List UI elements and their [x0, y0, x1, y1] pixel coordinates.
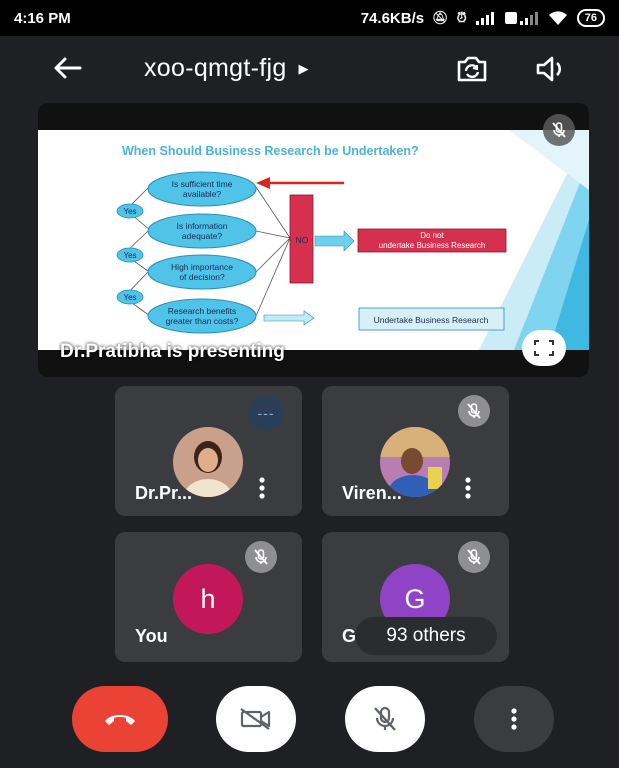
presenter-mic-status [543, 114, 575, 146]
yes-label-3: Yes [123, 293, 136, 302]
battery-indicator: 76 [576, 9, 605, 27]
participant-tile[interactable]: h You [115, 532, 302, 662]
mic-off-icon [254, 549, 268, 565]
yes-label-1: Yes [123, 207, 136, 216]
participant-menu-button[interactable] [458, 474, 478, 502]
participant-mic-status [458, 541, 490, 573]
no-label: NO [296, 235, 309, 245]
participant-name: You [135, 626, 168, 646]
mic-off-icon [467, 403, 481, 419]
more-options-button[interactable] [474, 686, 554, 752]
question-3: High importance [171, 262, 233, 272]
svg-text:Undertake Business Research: Undertake Business Research [374, 315, 489, 325]
participant-menu-button[interactable] [252, 474, 272, 502]
volte-signal-icon [504, 12, 538, 25]
meeting-code-text: xoo-qmgt-fjg [144, 54, 287, 82]
more-vert-icon [511, 708, 517, 730]
arrow-left-icon [54, 57, 82, 79]
svg-text:adequate?: adequate? [182, 231, 222, 241]
camera-switch-icon [457, 56, 487, 82]
question-2: Is information [176, 221, 227, 231]
svg-text:undertake Business Research: undertake Business Research [379, 241, 486, 250]
mic-off-icon [374, 706, 396, 731]
svg-text:available?: available? [183, 189, 222, 199]
network-speed: 74.6KB/s [360, 9, 425, 27]
status-bar: 4:16 PM 74.6KB/s 🔕︎ ⏰︎ 76 [0, 0, 619, 36]
more-vert-icon [259, 477, 265, 499]
video-off-icon [240, 708, 271, 730]
speaker-icon [536, 56, 561, 82]
svg-text:greater than costs?: greater than costs? [166, 316, 239, 326]
signal-icon [475, 12, 494, 25]
presentation-tile[interactable]: When Should Business Research be Underta… [38, 103, 589, 377]
mute-notifications-icon: 🔕︎ [432, 10, 449, 25]
caret-right-icon: ▶ [298, 60, 309, 76]
more-vert-icon [465, 477, 471, 499]
end-call-icon [105, 715, 135, 725]
fullscreen-icon [534, 340, 554, 356]
camera-toggle-button[interactable] [216, 686, 296, 752]
status-indicators: 74.6KB/s 🔕︎ ⏰︎ 76 [361, 9, 605, 27]
participant-tile[interactable]: --- Dr.Pr... [115, 386, 302, 516]
meeting-code[interactable]: xoo-qmgt-fjg ▶ [144, 54, 309, 83]
mic-toggle-button[interactable] [345, 686, 425, 752]
status-time: 4:16 PM [14, 9, 71, 27]
participant-mic-status [458, 395, 490, 427]
end-call-button[interactable] [72, 686, 168, 752]
question-1: Is sufficient time [172, 179, 233, 189]
switch-camera-button[interactable] [454, 53, 490, 85]
meeting-header: xoo-qmgt-fjg ▶ [0, 36, 619, 102]
svg-text:of decision?: of decision? [179, 272, 225, 282]
shared-slide: When Should Business Research be Underta… [38, 130, 589, 350]
wifi-icon [548, 11, 567, 25]
flowchart: Is sufficient time available? Is informa… [116, 171, 507, 334]
alarm-icon: ⏰︎ [456, 10, 467, 25]
audio-output-button[interactable] [534, 53, 570, 85]
other-participants-button[interactable]: 93 others [355, 617, 497, 655]
participant-name: Viren... [342, 483, 402, 503]
fullscreen-button[interactable] [522, 330, 566, 366]
question-4: Research benefits [168, 306, 237, 316]
speaking-indicator: --- [248, 395, 284, 431]
mic-off-icon [552, 122, 566, 138]
svg-text:Do not: Do not [420, 231, 444, 240]
participant-name: Dr.Pr... [135, 483, 193, 503]
back-button[interactable] [50, 53, 84, 83]
yes-label-2: Yes [123, 251, 136, 260]
presenting-label: Dr.Pratibha is presenting [60, 341, 285, 362]
participant-mic-status [245, 541, 277, 573]
avatar: h [173, 564, 243, 634]
mic-off-icon [467, 549, 481, 565]
participant-tile[interactable]: Viren... [322, 386, 509, 516]
